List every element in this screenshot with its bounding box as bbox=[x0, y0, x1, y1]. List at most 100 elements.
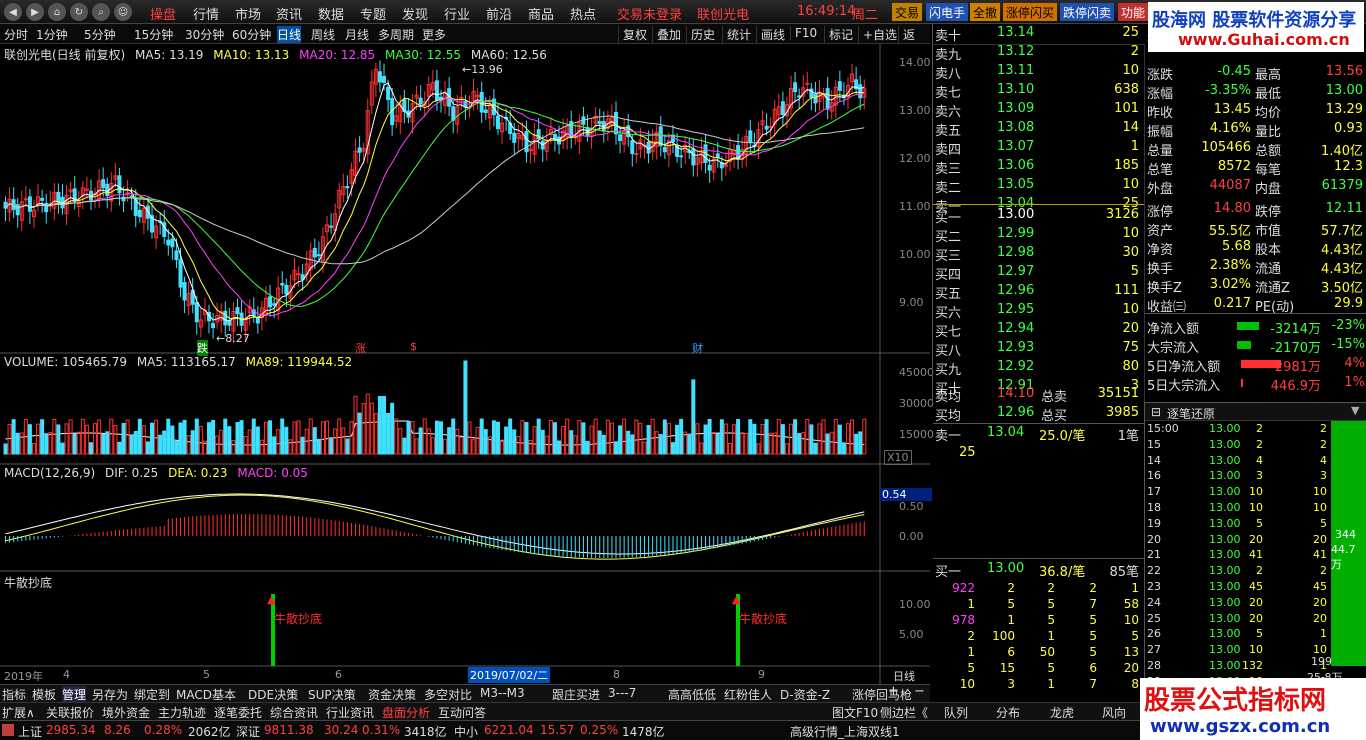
stats-button[interactable]: 统计 bbox=[722, 26, 755, 43]
avg-row[interactable]: 买均 12.96 总买 3985 bbox=[933, 404, 1145, 424]
menu-caopan[interactable]: 操盘 bbox=[150, 4, 176, 23]
bid-level[interactable]: 买五 12.96 111 bbox=[933, 282, 1145, 302]
menu-qianyan[interactable]: 前沿 bbox=[486, 4, 512, 23]
refresh-icon[interactable]: ↻ bbox=[70, 3, 88, 21]
indicator-tab[interactable]: 涨停回马枪 bbox=[852, 686, 912, 703]
limit-up-buy-button[interactable]: 涨停闪买 bbox=[1003, 3, 1058, 21]
data-source-label[interactable]: 高级行情_上海双线1 bbox=[790, 723, 900, 740]
menu-zixun[interactable]: 资讯 bbox=[276, 4, 302, 23]
side-tab[interactable]: 分布 bbox=[996, 704, 1020, 721]
period-1min[interactable]: 1分钟 bbox=[36, 26, 68, 43]
bid-level[interactable]: 买四 12.97 5 bbox=[933, 263, 1145, 283]
menu-shangpin[interactable]: 商品 bbox=[528, 4, 554, 23]
period-monthly[interactable]: 月线 bbox=[345, 26, 369, 43]
period-60min[interactable]: 60分钟 bbox=[232, 26, 271, 43]
indicator-tab[interactable]: MACD基本 bbox=[176, 686, 236, 703]
avg-row[interactable]: 卖均 14.10 总卖 35151 bbox=[933, 385, 1145, 405]
indicator-tab[interactable]: 多空对比 bbox=[424, 686, 472, 703]
draw-button[interactable]: 画线 bbox=[756, 26, 789, 43]
side-tab[interactable]: 龙虎 bbox=[1050, 704, 1074, 721]
menu-shichang[interactable]: 市场 bbox=[235, 4, 261, 23]
event-marker-die[interactable]: 跌 bbox=[197, 340, 208, 356]
event-marker-dollar[interactable]: $ bbox=[410, 340, 417, 353]
indicator-tab[interactable]: 另存为 bbox=[92, 686, 128, 703]
trade-button[interactable]: 交易 bbox=[892, 3, 923, 21]
tick-panel-toggle[interactable]: ⊟ bbox=[1151, 405, 1161, 419]
ask-level[interactable]: 卖三 13.06 185 bbox=[933, 157, 1145, 177]
sz-index-name[interactable]: 深证 bbox=[236, 723, 260, 740]
remove-indicator-icon[interactable]: − bbox=[914, 684, 925, 699]
ask-level[interactable]: 卖二 13.05 10 bbox=[933, 176, 1145, 196]
add-indicator-icon[interactable]: + bbox=[888, 684, 899, 699]
period-multi[interactable]: 多周期 bbox=[378, 26, 414, 43]
indicator-tab[interactable]: 管理 bbox=[62, 686, 87, 703]
extension-tab[interactable]: 互动问答 bbox=[438, 704, 486, 721]
indicator-tab[interactable]: D-资金-Z bbox=[780, 686, 830, 703]
side-tab[interactable]: 侧边栏《 bbox=[880, 704, 928, 721]
period-weekly[interactable]: 周线 bbox=[311, 26, 335, 43]
bid-level[interactable]: 买二 12.99 10 bbox=[933, 225, 1145, 245]
period-5min[interactable]: 5分钟 bbox=[84, 26, 116, 43]
menu-hangye[interactable]: 行业 bbox=[444, 4, 470, 23]
indicator-tab[interactable]: M3--M3 bbox=[480, 686, 525, 700]
side-tab[interactable]: 队列 bbox=[944, 704, 968, 721]
bid-level[interactable]: 买一 13.00 3126 bbox=[933, 206, 1145, 226]
menu-hangqing[interactable]: 行情 bbox=[193, 4, 219, 23]
overlay-button[interactable]: 叠加 bbox=[652, 26, 685, 43]
indicator-tab[interactable]: 模板 bbox=[32, 686, 56, 703]
extension-tab[interactable]: 行业资讯 bbox=[326, 704, 374, 721]
indicator-tab[interactable]: 3---7 bbox=[608, 686, 636, 700]
menu-faxian[interactable]: 发现 bbox=[402, 4, 428, 23]
function-button[interactable]: 功能 bbox=[1118, 3, 1149, 21]
f10-button[interactable]: F10 bbox=[790, 26, 821, 40]
extension-tab[interactable]: 境外资金 bbox=[102, 704, 150, 721]
home-icon[interactable]: ⌂ bbox=[48, 3, 66, 21]
vol-scale-x10[interactable]: X10 bbox=[884, 450, 912, 465]
side-tab[interactable]: 图文F10 bbox=[832, 704, 878, 721]
forward-icon[interactable]: ▶ bbox=[26, 3, 44, 21]
ask-level[interactable]: 卖九 13.12 2 bbox=[933, 43, 1145, 63]
sh-index-name[interactable]: 上证 bbox=[18, 723, 42, 740]
zx-index-name[interactable]: 中小 bbox=[454, 723, 478, 740]
side-tab[interactable]: 风向 bbox=[1102, 704, 1126, 721]
indicator-tab[interactable]: 红粉佳人 bbox=[724, 686, 772, 703]
indicator-tab[interactable]: 绑定到 bbox=[134, 686, 170, 703]
bid-level[interactable]: 买六 12.95 10 bbox=[933, 301, 1145, 321]
indicator-tab[interactable]: DDE决策 bbox=[248, 686, 298, 703]
mark-button[interactable]: 标记 bbox=[824, 26, 857, 43]
cancel-all-button[interactable]: 全撤 bbox=[970, 3, 1001, 21]
ask-level[interactable]: 卖八 13.11 10 bbox=[933, 62, 1145, 82]
bid-level[interactable]: 买九 12.92 80 bbox=[933, 358, 1145, 378]
event-marker-cai[interactable]: 财 bbox=[692, 340, 703, 356]
period-fenshi[interactable]: 分时 bbox=[4, 26, 28, 43]
user-icon[interactable]: ☺ bbox=[114, 3, 132, 21]
period-30min[interactable]: 30分钟 bbox=[185, 26, 224, 43]
indicator-tab[interactable]: SUP决策 bbox=[308, 686, 356, 703]
menu-shuju[interactable]: 数据 bbox=[318, 4, 344, 23]
menu-zhuanti[interactable]: 专题 bbox=[360, 4, 386, 23]
login-status[interactable]: 交易未登录 bbox=[617, 4, 682, 23]
menu-redian[interactable]: 热点 bbox=[570, 4, 596, 23]
flash-hand-button[interactable]: 闪电手 bbox=[926, 3, 969, 21]
sell1-detail[interactable]: 卖一 13.04 25.0/笔 1笔 bbox=[933, 424, 1145, 444]
ask-level[interactable]: 卖五 13.08 14 bbox=[933, 119, 1145, 139]
bid-level[interactable]: 买七 12.94 20 bbox=[933, 320, 1145, 340]
ask-level[interactable]: 卖七 13.10 638 bbox=[933, 81, 1145, 101]
back-icon[interactable]: ◀ bbox=[4, 3, 22, 21]
history-button[interactable]: 历史 bbox=[686, 26, 719, 43]
indicator-tab[interactable]: 资金决策 bbox=[368, 686, 416, 703]
add-watchlist-button[interactable]: +自选 bbox=[858, 26, 901, 43]
buy1-detail[interactable]: 买一 13.00 36.8/笔 85笔 bbox=[933, 560, 1145, 580]
limit-down-sell-button[interactable]: 跌停闪卖 bbox=[1060, 3, 1115, 21]
period-more[interactable]: 更多 bbox=[422, 26, 446, 43]
indicator-tab[interactable]: 指标 bbox=[2, 686, 26, 703]
adjust-button[interactable]: 复权 bbox=[618, 26, 651, 43]
extension-tab[interactable]: 主力轨迹 bbox=[158, 704, 206, 721]
extension-tab[interactable]: 关联报价 bbox=[46, 704, 94, 721]
ask-level[interactable]: 卖四 13.07 1 bbox=[933, 138, 1145, 158]
ask-level[interactable]: 卖十 13.14 25 bbox=[933, 24, 1145, 44]
period-15min[interactable]: 15分钟 bbox=[134, 26, 173, 43]
tick-dropdown-icon[interactable]: ▼ bbox=[1351, 404, 1359, 417]
extension-tab[interactable]: 综合资讯 bbox=[270, 704, 318, 721]
ask-level[interactable]: 卖六 13.09 101 bbox=[933, 100, 1145, 120]
